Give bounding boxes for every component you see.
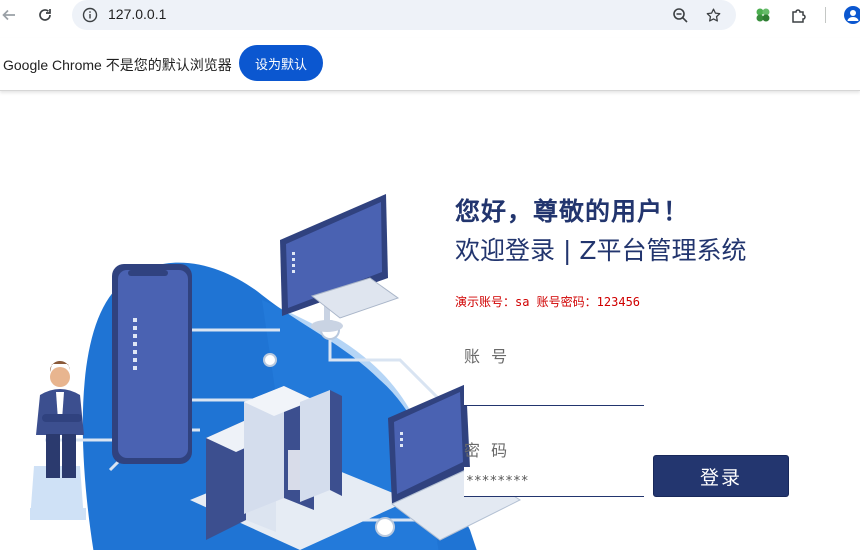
- site-info-icon[interactable]: [80, 5, 100, 25]
- password-input[interactable]: [464, 467, 644, 497]
- welcome-title: 欢迎登录 | Z平台管理系统: [455, 236, 747, 265]
- extension-clover-icon[interactable]: [752, 4, 774, 26]
- set-default-button[interactable]: 设为默认: [239, 45, 323, 81]
- back-icon[interactable]: [0, 4, 20, 26]
- account-input[interactable]: [464, 376, 644, 406]
- password-label: 密 码: [464, 441, 511, 460]
- extensions-puzzle-icon[interactable]: [788, 4, 810, 26]
- profile-icon[interactable]: [842, 4, 860, 26]
- toolbar-divider: [825, 7, 826, 23]
- login-button[interactable]: 登录: [653, 455, 789, 497]
- zoom-icon[interactable]: [669, 4, 691, 26]
- browser-toolbar: 127.0.0.1: [0, 0, 860, 30]
- bookmark-star-icon[interactable]: [702, 4, 724, 26]
- infobar-message: Google Chrome 不是您的默认浏览器: [3, 57, 232, 73]
- address-bar[interactable]: 127.0.0.1: [72, 0, 736, 30]
- url-text[interactable]: 127.0.0.1: [108, 6, 166, 22]
- account-label: 账 号: [464, 347, 511, 366]
- reload-icon[interactable]: [34, 4, 56, 26]
- default-browser-infobar: Google Chrome 不是您的默认浏览器 设为默认: [0, 38, 860, 91]
- demo-account-hint: 演示账号：sa 账号密码：123456: [455, 295, 641, 309]
- greeting-heading: 您好，尊敬的用户！: [455, 197, 690, 226]
